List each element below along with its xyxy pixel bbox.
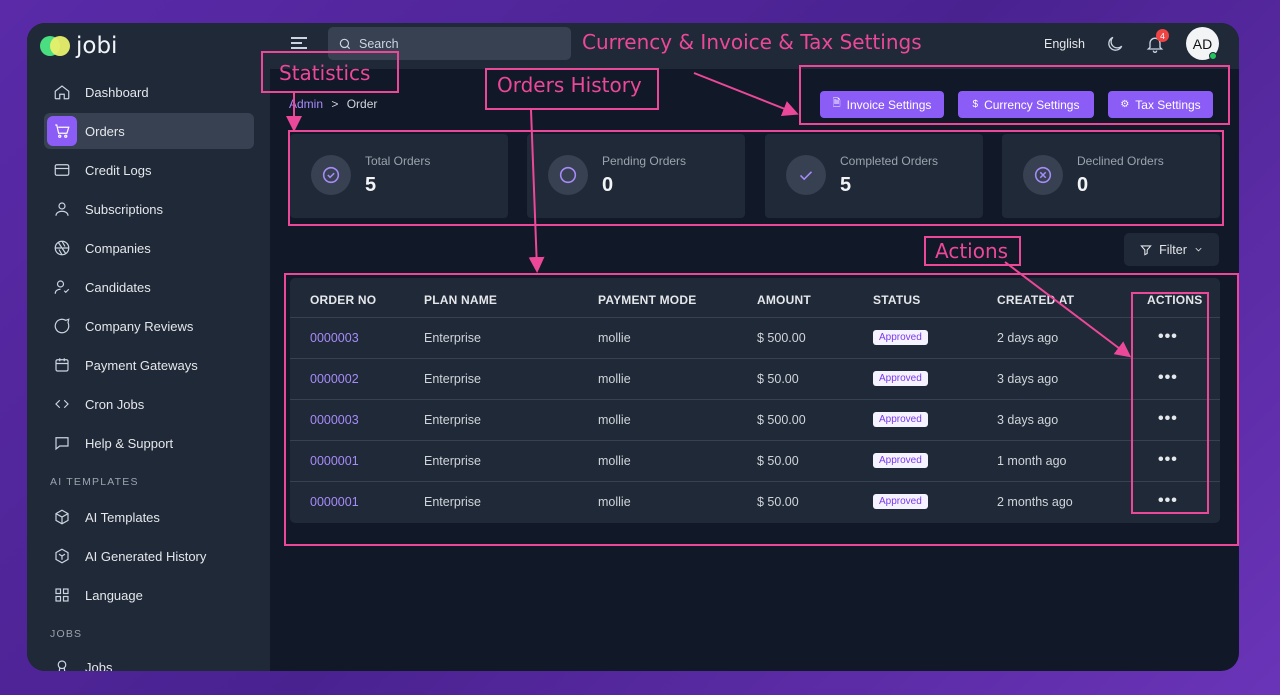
sidebar-item-label: Language: [85, 587, 143, 603]
sidebar-item-dashboard[interactable]: Dashboard: [44, 74, 254, 110]
award-icon: [47, 652, 77, 671]
online-status-dot: [1209, 52, 1217, 60]
annotation-title: Currency & Invoice & Tax Settings: [582, 30, 922, 54]
sidebar-item-orders[interactable]: Orders: [44, 113, 254, 149]
search-icon: [339, 38, 351, 49]
dark-mode-toggle[interactable]: [1105, 34, 1125, 54]
filter-icon: [1140, 244, 1152, 256]
sidebar-item-credit-logs[interactable]: Credit Logs: [44, 152, 254, 188]
sidebar-item-label: Companies: [85, 240, 151, 256]
sidebar-item-candidates[interactable]: Candidates: [44, 269, 254, 305]
sidebar-item-label: Dashboard: [85, 84, 149, 100]
sidebar-item-label: Cron Jobs: [85, 396, 145, 412]
filter-button[interactable]: Filter: [1124, 233, 1219, 266]
sidebar-item-payment-gateways[interactable]: Payment Gateways: [44, 347, 254, 383]
breadcrumb-admin-link[interactable]: Admin: [289, 97, 323, 111]
annotation-table-box: [284, 273, 1239, 546]
menu-toggle-icon[interactable]: [291, 37, 307, 49]
credit-card-icon: [47, 155, 77, 185]
box-icon: [47, 502, 77, 532]
sidebar-item-label: Orders: [85, 123, 125, 139]
message-circle-icon: [47, 311, 77, 341]
breadcrumb-separator: >: [331, 97, 339, 111]
logo-icon: [40, 36, 70, 56]
sidebar-item-ai-generated-history[interactable]: AI Generated History: [44, 538, 254, 574]
calendar-icon: [47, 350, 77, 380]
annotation-actions-column-box: [1131, 292, 1209, 514]
codesandbox-icon: [47, 541, 77, 571]
sidebar-item-label: Credit Logs: [85, 162, 152, 178]
sidebar-section-jobs: JOBS: [50, 628, 83, 640]
sidebar-item-help-support[interactable]: Help & Support: [44, 425, 254, 461]
chat-icon: [47, 428, 77, 458]
annotation-actions-label: Actions: [935, 239, 1009, 263]
sidebar-item-label: Subscriptions: [85, 201, 164, 217]
grid-icon: [47, 580, 77, 610]
code-icon: [47, 389, 77, 419]
sidebar-item-cron-jobs[interactable]: Cron Jobs: [44, 386, 254, 422]
sidebar-item-companies[interactable]: Companies: [44, 230, 254, 266]
sidebar-item-label: Help & Support: [85, 435, 174, 451]
sidebar-item-label: Jobs: [85, 659, 113, 672]
sidebar-item-jobs[interactable]: Jobs: [44, 649, 254, 671]
aperture-icon: [47, 233, 77, 263]
annotation-statistics-label: Statistics: [279, 61, 371, 85]
chevron-down-icon: [1195, 247, 1202, 252]
annotation-orders-history-label: Orders History: [497, 73, 642, 97]
cart-icon: [47, 116, 77, 146]
user-icon: [47, 194, 77, 224]
sidebar-item-label: Payment Gateways: [85, 357, 198, 373]
notification-badge: 4: [1156, 29, 1169, 42]
home-icon: [47, 77, 77, 107]
sidebar-item-label: Company Reviews: [85, 318, 194, 334]
language-selector[interactable]: English: [1044, 37, 1085, 51]
annotation-stats-box: [288, 130, 1224, 226]
sidebar: jobi Dashboard Orders Credit Logs Subscr…: [27, 23, 270, 671]
moon-icon: [1108, 36, 1123, 51]
sidebar-item-label: Candidates: [85, 279, 151, 295]
sidebar-item-company-reviews[interactable]: Company Reviews: [44, 308, 254, 344]
breadcrumb-current: Order: [346, 97, 378, 111]
brand-logo[interactable]: jobi: [40, 33, 117, 59]
annotation-settings-buttons-box: [799, 65, 1230, 125]
sidebar-item-label: AI Generated History: [85, 548, 207, 564]
user-check-icon: [47, 272, 77, 302]
sidebar-item-language[interactable]: Language: [44, 577, 254, 613]
filter-label: Filter: [1159, 242, 1187, 257]
sidebar-section-ai-templates: AI TEMPLATES: [50, 476, 139, 488]
search-input[interactable]: [359, 36, 549, 51]
sidebar-item-label: AI Templates: [85, 509, 160, 525]
brand-name: jobi: [76, 33, 118, 59]
sidebar-item-subscriptions[interactable]: Subscriptions: [44, 191, 254, 227]
sidebar-item-ai-templates[interactable]: AI Templates: [44, 499, 254, 535]
breadcrumb: Admin > Order: [289, 97, 377, 111]
